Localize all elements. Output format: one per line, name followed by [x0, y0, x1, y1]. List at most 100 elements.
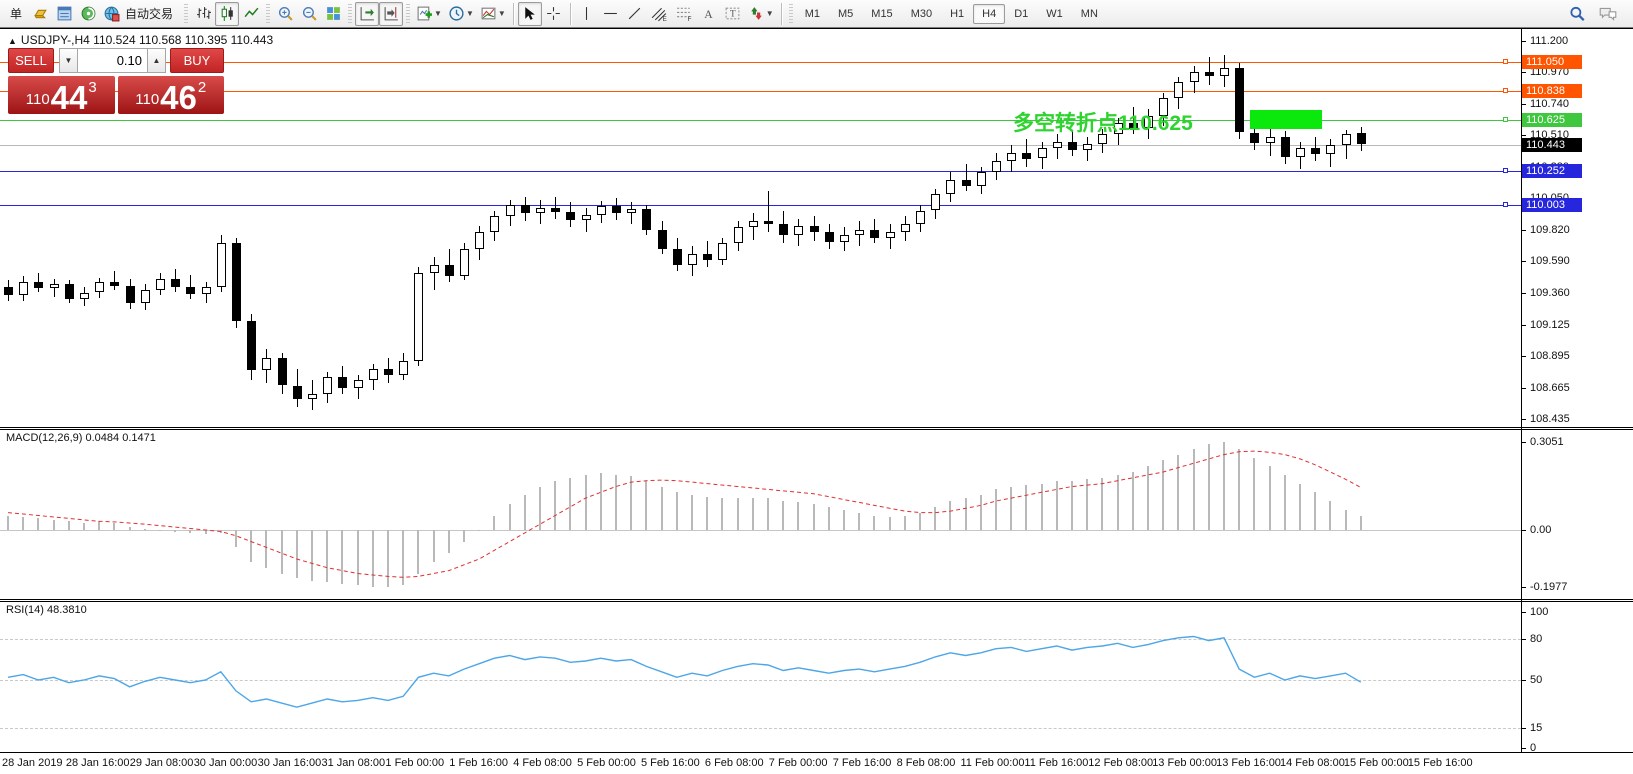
trendline-icon[interactable] — [623, 2, 647, 26]
macd-histogram-bar — [737, 498, 739, 530]
timeframe-button-m5[interactable]: M5 — [829, 4, 862, 24]
macd-histogram-bar — [661, 487, 663, 531]
new-chart-button[interactable]: ▼ — [413, 2, 445, 26]
template-button[interactable]: ▼ — [477, 2, 509, 26]
macd-histogram-bar — [1284, 475, 1286, 530]
ask-big: 46 — [160, 85, 197, 111]
level-line-handle[interactable] — [1503, 202, 1508, 207]
macd-histogram-bar — [281, 530, 283, 574]
candle-wick — [1194, 66, 1195, 93]
cursor-icon[interactable] — [518, 2, 542, 26]
fibonacci-icon[interactable]: F — [672, 2, 697, 26]
macd-rsi-splitter[interactable] — [0, 599, 1633, 600]
candle-wick — [1042, 142, 1043, 169]
candle — [202, 287, 211, 294]
level-line-handle[interactable] — [1503, 88, 1508, 93]
vertical-line-icon[interactable] — [575, 2, 599, 26]
volume-decrease-button[interactable]: ▼ — [59, 48, 78, 73]
candle-wick — [251, 314, 252, 380]
signal-highlight-box[interactable] — [1250, 110, 1322, 129]
macd-histogram-bar — [904, 516, 906, 531]
ask-prefix: 110 — [135, 91, 159, 108]
chart-annotation-text[interactable]: 多空转折点110.625 — [1013, 107, 1193, 137]
svg-text:F: F — [687, 16, 691, 22]
macd-histogram-bar — [1223, 442, 1225, 530]
autotrade-button[interactable]: 自动交易 — [100, 2, 181, 26]
candle-wick — [1346, 130, 1347, 159]
macd-histogram-bar — [767, 498, 769, 530]
candle — [490, 216, 499, 232]
candle-wick — [586, 208, 587, 233]
timeframe-button-h4[interactable]: H4 — [973, 4, 1005, 24]
zoom-out-icon[interactable] — [297, 2, 321, 26]
level-line-handle[interactable] — [1503, 59, 1508, 64]
main-macd-splitter2[interactable] — [0, 429, 1633, 430]
time-axis-label: 4 Feb 08:00 — [513, 757, 572, 769]
timeframe-button-mn[interactable]: MN — [1072, 4, 1107, 24]
timeframe-button-m30[interactable]: M30 — [902, 4, 941, 24]
chart-shift-icon[interactable] — [379, 2, 403, 26]
level-line[interactable] — [0, 62, 1521, 63]
level-line-handle[interactable] — [1503, 117, 1508, 122]
timeframe-button-d1[interactable]: D1 — [1005, 4, 1037, 24]
price-level-badge: 110.838 — [1522, 84, 1582, 98]
navigator-icon[interactable] — [76, 2, 100, 26]
chat-icon[interactable] — [1595, 2, 1621, 26]
new-order-icon[interactable] — [28, 2, 52, 26]
collapse-arrow-icon[interactable]: ▲ — [8, 36, 17, 46]
toolbar: 单 自动交易 — [0, 0, 1633, 28]
candle-wick — [707, 241, 708, 267]
macd-histogram-bar — [22, 517, 24, 530]
market-watch-icon[interactable] — [52, 2, 76, 26]
text-label-icon[interactable]: T — [721, 2, 745, 26]
bar-chart-icon[interactable] — [191, 2, 215, 26]
crosshair-icon[interactable] — [542, 2, 566, 26]
macd-rsi-splitter2[interactable] — [0, 601, 1633, 602]
candle-wick — [601, 201, 602, 223]
horizontal-line-icon[interactable] — [599, 2, 623, 26]
level-line-handle[interactable] — [1503, 168, 1508, 173]
channel-icon[interactable]: E — [647, 2, 672, 26]
level-line[interactable] — [0, 205, 1521, 206]
sell-button[interactable]: SELL — [8, 48, 54, 73]
macd-histogram-bar — [873, 516, 875, 531]
candle-wick — [114, 271, 115, 290]
candle-wick — [1209, 57, 1210, 84]
candle — [1007, 153, 1016, 161]
candle — [718, 243, 727, 259]
line-chart-icon[interactable] — [239, 2, 263, 26]
volume-increase-button[interactable]: ▲ — [147, 48, 166, 73]
timeframe-button-h1[interactable]: H1 — [941, 4, 973, 24]
search-icon[interactable] — [1565, 2, 1589, 26]
buy-button[interactable]: BUY — [170, 48, 224, 73]
tile-windows-icon[interactable] — [321, 2, 345, 26]
timeframe-button-w1[interactable]: W1 — [1037, 4, 1072, 24]
candle — [810, 226, 819, 233]
timeframe-button-m1[interactable]: M1 — [796, 4, 829, 24]
menu-item-order[interactable]: 单 — [4, 2, 28, 26]
level-line[interactable] — [0, 91, 1521, 92]
candle-wick — [783, 211, 784, 244]
text-icon[interactable]: A — [697, 2, 721, 26]
main-macd-splitter[interactable] — [0, 427, 1633, 428]
ask-price-tile[interactable]: 110 46 2 — [118, 76, 225, 114]
candle-wick — [312, 380, 313, 410]
macd-histogram-bar — [949, 501, 951, 530]
zoom-in-icon[interactable] — [273, 2, 297, 26]
bid-price-tile[interactable]: 110 44 3 — [8, 76, 115, 114]
level-line[interactable] — [0, 171, 1521, 172]
candle-wick — [905, 216, 906, 241]
timeframe-button-m15[interactable]: M15 — [862, 4, 901, 24]
candle — [4, 287, 13, 295]
candle-wick — [738, 221, 739, 251]
period-button[interactable]: ▼ — [445, 2, 477, 26]
arrows-icon[interactable]: ▼ — [745, 2, 777, 26]
macd-histogram-bar — [1329, 501, 1331, 530]
candle — [506, 205, 515, 216]
candlestick-icon[interactable] — [215, 2, 239, 26]
auto-scroll-icon[interactable] — [355, 2, 379, 26]
macd-histogram-bar — [965, 498, 967, 530]
volume-input[interactable] — [78, 48, 147, 73]
candle-wick — [282, 353, 283, 394]
rsi-grid-line — [0, 639, 1521, 640]
